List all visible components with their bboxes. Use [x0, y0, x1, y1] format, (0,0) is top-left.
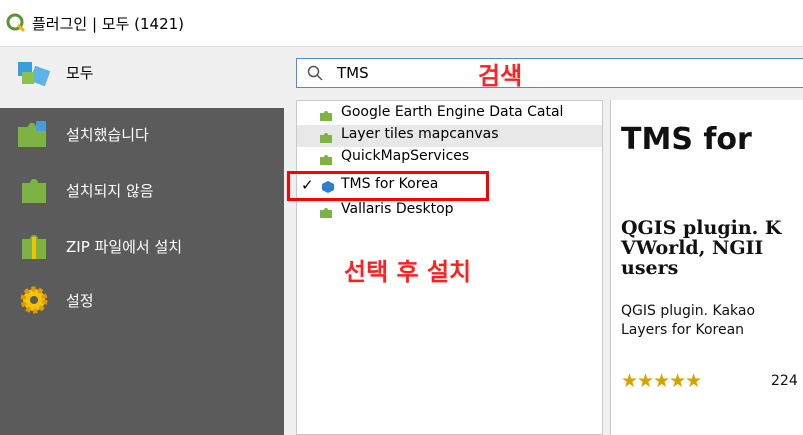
subtitle-line: users — [621, 257, 679, 279]
subtitle-line: QGIS plugin. K — [621, 217, 782, 239]
rating-votes: 224 — [771, 373, 798, 389]
subtitle-line: VWorld, NGII — [621, 237, 764, 259]
list-item[interactable]: QuickMapServices — [297, 147, 602, 169]
zip-install-icon — [22, 235, 46, 259]
sidebar-item-installed[interactable]: 설치했습니다 — [0, 115, 284, 155]
sidebar-item-label: 모두 — [66, 64, 94, 82]
sidebar-menu-panel — [0, 108, 284, 435]
sidebar-item-label: 설정 — [66, 292, 94, 310]
sidebar: 모두 설치했습니다 설치되지 않음 ZIP 파일에서 설치 설정 — [0, 47, 284, 435]
plugin-name: Google Earth Engine Data Catal — [341, 104, 564, 120]
plugin-detail-title: TMS for — [621, 122, 752, 157]
window-title: 플러그인 | 모두 (1421) — [32, 15, 185, 33]
search-icon — [307, 65, 323, 81]
rating-stars: ★★★★★ — [621, 370, 702, 392]
installed-plugin-icon — [18, 121, 46, 147]
plugin-icon — [320, 111, 332, 121]
selection-highlight-box — [287, 171, 489, 201]
sidebar-item-settings[interactable]: 설정 — [0, 281, 284, 321]
description-line: QGIS plugin. Kakao — [621, 303, 756, 319]
plugin-icon — [320, 208, 332, 218]
annotation-install: 선택 후 설치 — [344, 258, 472, 286]
plugin-name: Vallaris Desktop — [341, 201, 454, 217]
gear-icon — [20, 286, 48, 314]
sidebar-item-label: ZIP 파일에서 설치 — [66, 238, 183, 256]
search-value: TMS — [337, 64, 369, 82]
annotation-search: 검색 — [478, 62, 523, 90]
plugin-detail-subtitle: QGIS plugin. K VWorld, NGII users — [621, 218, 803, 278]
list-item[interactable]: Vallaris Desktop — [297, 200, 602, 222]
sidebar-item-label: 설치했습니다 — [66, 126, 149, 144]
sidebar-item-not-installed[interactable]: 설치되지 않음 — [0, 171, 284, 211]
description-line: Layers for Korean — [621, 322, 745, 338]
plugin-details-panel: TMS for QGIS plugin. K VWorld, NGII user… — [610, 100, 803, 435]
list-item[interactable]: Google Earth Engine Data Catal — [297, 103, 602, 125]
sidebar-item-label: 설치되지 않음 — [66, 182, 154, 200]
not-installed-plugin-icon — [22, 179, 46, 203]
list-item[interactable]: Layer tiles mapcanvas — [297, 125, 602, 147]
sidebar-item-all[interactable]: 모두 — [0, 53, 284, 93]
plugin-icon — [320, 155, 332, 165]
search-input[interactable]: TMS — [296, 58, 803, 88]
qgis-logo-icon — [6, 13, 26, 33]
plugin-name: QuickMapServices — [341, 148, 470, 164]
sidebar-item-zip-install[interactable]: ZIP 파일에서 설치 — [0, 227, 284, 267]
all-plugins-icon — [18, 62, 51, 87]
plugin-detail-description: QGIS plugin. Kakao Layers for Korean — [621, 302, 755, 340]
title-bar: 플러그인 | 모두 (1421) — [0, 0, 803, 47]
plugin-name: Layer tiles mapcanvas — [341, 126, 499, 142]
plugin-icon — [320, 133, 332, 143]
